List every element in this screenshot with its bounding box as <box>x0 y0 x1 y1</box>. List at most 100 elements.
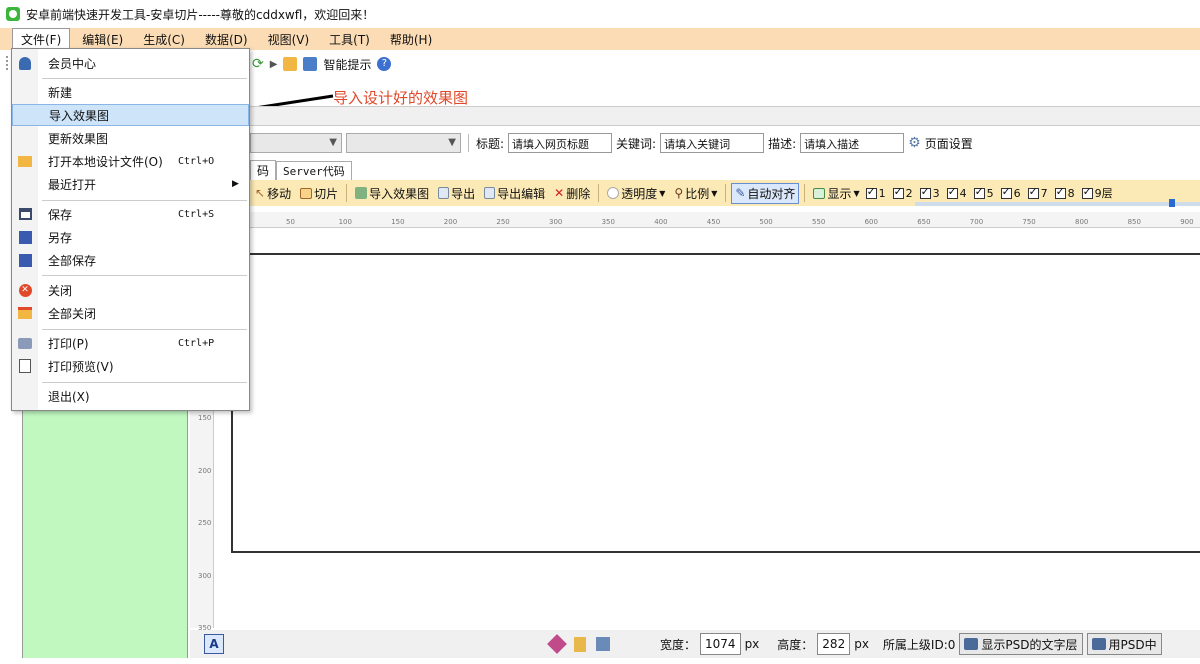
menu-shortcut: Ctrl+S <box>178 208 215 220</box>
import-label: 导入效果图 <box>369 186 430 201</box>
menu-generate[interactable]: 生成(C) <box>135 29 193 50</box>
grip-icon <box>6 56 9 70</box>
opacity-icon <box>607 187 620 199</box>
annotation-text: 导入设计好的效果图 <box>333 89 469 107</box>
layer-checkbox-1[interactable]: 1 <box>865 185 886 200</box>
checkbox-icon <box>892 185 904 199</box>
menu-bar: 文件(F) 编辑(E) 生成(C) 数据(D) 视图(V) 工具(T) 帮助(H… <box>0 28 1200 50</box>
menu-label: 会员中心 <box>48 56 97 71</box>
menu-save[interactable]: 保存 Ctrl+S <box>12 203 249 225</box>
layer-checkbox-6[interactable]: 6 <box>1000 185 1021 200</box>
smart-hint-icon <box>303 57 318 71</box>
open-folder-icon[interactable] <box>283 57 298 71</box>
menu-member-center[interactable]: 会员中心 <box>12 52 249 74</box>
checkbox-icon <box>946 185 958 199</box>
menu-file[interactable]: 文件(F) <box>12 28 71 50</box>
layer-checkbox-4[interactable]: 4 <box>946 185 967 200</box>
menu-label: 打印预览(V) <box>48 359 114 374</box>
move-icon: ↖ <box>255 186 266 200</box>
export-edit-button[interactable]: 导出编辑 <box>481 184 548 203</box>
menu-import-effect[interactable]: 导入效果图 <box>12 104 249 126</box>
select-2[interactable]: ▼ <box>346 133 461 153</box>
checkbox-icon <box>865 185 877 199</box>
show-psd-text-button[interactable]: 显示PSD的文字层 <box>959 633 1083 655</box>
menu-close[interactable]: ✕ 关闭 <box>12 279 249 301</box>
height-input[interactable]: 282 <box>817 633 851 655</box>
top-ruler: 50 100 150 200 250 300 350 400 450 500 550 600 650 70… <box>250 212 1200 228</box>
design-canvas[interactable] <box>231 253 1200 553</box>
export-button[interactable]: 导出 <box>435 184 478 203</box>
text-tool-icon[interactable]: A <box>204 634 224 654</box>
menu-view[interactable]: 视图(V) <box>260 29 318 50</box>
book-icon[interactable] <box>574 636 586 652</box>
move-button[interactable]: ↖ 移动 <box>252 184 294 203</box>
ruler-tick-label: 350 <box>601 218 615 226</box>
menu-data[interactable]: 数据(D) <box>197 29 256 50</box>
layer-checkbox-9[interactable]: 9层 <box>1081 185 1113 201</box>
status-bar: A 宽度： 1074 px 高度： 282 px 所属上级ID:0 显示PSD的… <box>190 630 1200 658</box>
layer-label: 6 <box>1013 186 1021 200</box>
play-icon[interactable]: ▶ <box>270 59 278 70</box>
menu-label: 打开本地设计文件(O) <box>48 154 163 169</box>
menu-close-all[interactable]: 全部关闭 <box>12 302 249 324</box>
scale-label: 比例 <box>685 186 710 201</box>
opacity-button[interactable]: 透明度 ▼ <box>604 184 668 203</box>
width-input[interactable]: 1074 <box>700 633 741 655</box>
select-1[interactable]: ▼ <box>250 133 342 153</box>
menu-save-all[interactable]: 全部保存 <box>12 249 249 271</box>
parent-id: 所属上级ID:0 <box>882 637 956 652</box>
keyword-input[interactable]: 请填入关键词 <box>660 133 765 153</box>
layer-checkbox-8[interactable]: 8 <box>1054 185 1075 200</box>
delete-button[interactable]: ✕ 删除 <box>551 184 593 203</box>
close-icon: ✕ <box>18 283 32 297</box>
page-settings-button[interactable]: 页面设置 <box>925 135 973 152</box>
auto-align-button[interactable]: ✎ 自动对齐 <box>731 182 800 204</box>
menu-recent[interactable]: 最近打开 ▶ <box>12 173 249 195</box>
tab-server-code[interactable]: Server代码 <box>276 161 352 180</box>
height-unit: px <box>854 637 869 651</box>
menu-exit[interactable]: 退出(X) <box>12 385 249 407</box>
menu-new[interactable]: 新建 <box>12 81 249 103</box>
tab-code[interactable]: 码 <box>250 160 277 180</box>
image-icon <box>1091 638 1106 650</box>
layer-checkbox-7[interactable]: 7 <box>1027 185 1048 200</box>
menu-save-as[interactable]: 另存 <box>12 226 249 248</box>
import-effect-button[interactable]: 导入效果图 <box>352 184 432 203</box>
show-psd-text-label: 显示PSD的文字层 <box>981 637 1078 652</box>
palette-icon[interactable] <box>547 634 567 654</box>
layer-slider-track[interactable] <box>915 202 1200 206</box>
delete-icon: ✕ <box>554 186 565 200</box>
menu-tools[interactable]: 工具(T) <box>321 29 378 50</box>
layer-checkbox-5[interactable]: 5 <box>973 185 994 200</box>
width-label: 宽度： <box>660 637 697 652</box>
ruler-tick-label: 700 <box>969 218 984 226</box>
slice-button[interactable]: 切片 <box>297 184 341 203</box>
title-input[interactable]: 请填入网页标题 <box>508 133 613 153</box>
smart-hint-button[interactable]: 智能提示 <box>323 56 371 73</box>
refresh-icon[interactable]: ⟳ <box>252 56 264 72</box>
layer-label: 7 <box>1040 186 1048 200</box>
gear-icon: ⚙ <box>908 135 921 151</box>
menu-help[interactable]: 帮助(H) <box>382 29 440 50</box>
ruler-tick-label: 800 <box>1075 218 1089 226</box>
layer-checkbox-3[interactable]: 3 <box>919 185 940 200</box>
layer-checkbox-2[interactable]: 2 <box>892 185 913 200</box>
display-button[interactable]: 显示 ▼ <box>810 184 862 203</box>
image-icon <box>964 638 979 650</box>
desc-input[interactable]: 请填入描述 <box>800 133 905 153</box>
ruler-tick-label: 200 <box>198 466 212 475</box>
use-psd-button[interactable]: 用PSD中 <box>1086 633 1162 655</box>
menu-print[interactable]: 打印(P) Ctrl+P <box>12 332 249 354</box>
scale-button[interactable]: ⚲ 比例 ▼ <box>671 184 720 203</box>
import-icon <box>355 187 368 199</box>
layer-slider-handle[interactable] <box>1169 199 1175 207</box>
file-menu-dropdown: 会员中心 新建 导入效果图 更新效果图 打开本地设计文件(O) Ctrl+O 最… <box>11 48 250 411</box>
menu-print-preview[interactable]: 打印预览(V) <box>12 355 249 377</box>
help-icon[interactable]: ? <box>377 57 392 71</box>
save-icon[interactable] <box>596 637 610 651</box>
menu-edit[interactable]: 编辑(E) <box>74 29 131 50</box>
slice-icon <box>300 187 313 199</box>
menu-update-effect[interactable]: 更新效果图 <box>12 127 249 149</box>
windows-icon <box>18 307 32 319</box>
menu-open-local[interactable]: 打开本地设计文件(O) Ctrl+O <box>12 150 249 172</box>
